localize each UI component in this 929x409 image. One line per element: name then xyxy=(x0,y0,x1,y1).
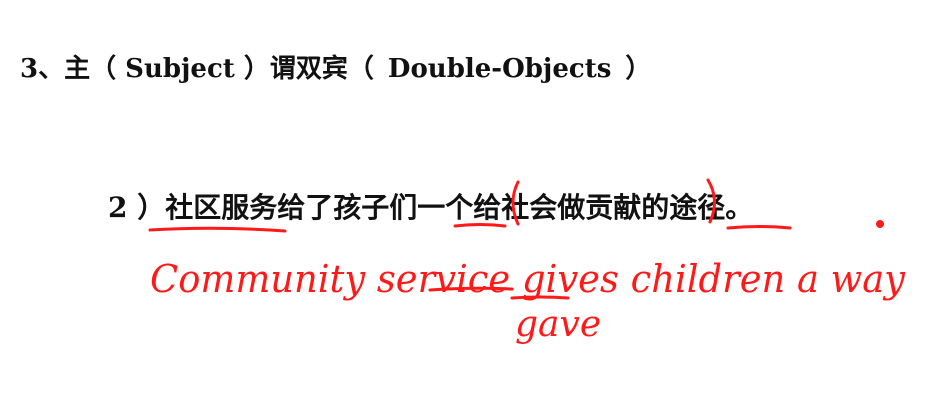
sentence-number: 2 ） xyxy=(108,191,166,224)
sentence-text: 社区服务给了孩子们一个给社会做贡献的途径。 xyxy=(165,191,754,224)
heading-paren-close: ） xyxy=(625,54,652,84)
heading-paren-open: （ xyxy=(347,54,374,84)
heading-subject-english: （ Subject ） xyxy=(90,54,270,84)
heading-number: 3、 xyxy=(20,54,65,84)
handwritten-correction: gave xyxy=(515,304,601,345)
underline-subject xyxy=(148,226,287,233)
heading-cjk-subject: 主 xyxy=(64,54,91,84)
underline-tujing xyxy=(726,225,792,230)
handwritten-translation: Community service gives children a way xyxy=(150,257,906,301)
example-sentence: 2 ）社区服务给了孩子们一个给社会做贡献的途径。 xyxy=(108,186,753,226)
section-heading: 3、主（ Subject ）谓双宾（ Double-Objects ） xyxy=(20,48,651,85)
underline-service xyxy=(428,286,514,292)
slide: 3、主（ Subject ）谓双宾（ Double-Objects ） 2 ）社区服… xyxy=(0,0,929,409)
heading-double-objects: Double-Objects xyxy=(387,54,612,84)
mark-gives xyxy=(510,295,570,300)
heading-cjk-predicate: 谓双宾 xyxy=(269,54,348,84)
red-dot xyxy=(876,220,884,228)
